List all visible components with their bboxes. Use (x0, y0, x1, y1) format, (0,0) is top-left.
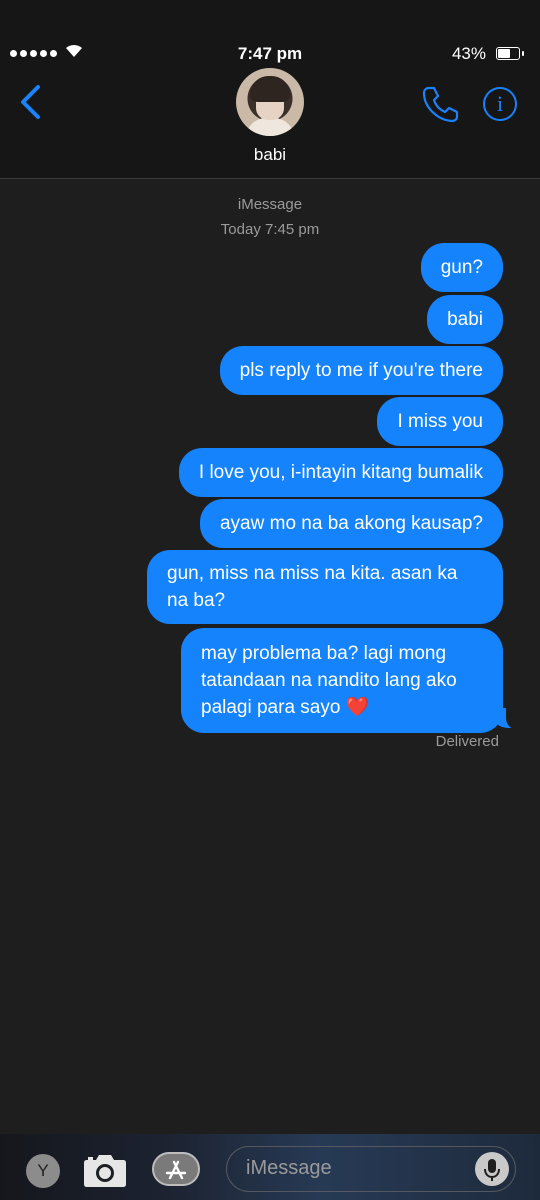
message-bubble[interactable]: gun, miss na miss na kita. asan ka na ba… (147, 550, 503, 624)
app-store-icon[interactable] (152, 1152, 200, 1186)
message-input-placeholder: iMessage (246, 1157, 332, 1179)
delivery-status: Delivered (435, 733, 499, 750)
message-bubble[interactable]: ayaw mo na ba akong kausap? (199, 499, 503, 548)
message-bubble[interactable]: may problema ba? lagi mong tatandaan na … (181, 628, 503, 733)
status-bar: 7:47 pm 43% (0, 0, 540, 63)
message-bubble[interactable]: I miss you (377, 397, 503, 446)
camera-icon[interactable] (83, 1152, 127, 1188)
info-icon[interactable]: i (483, 87, 517, 121)
service-label: iMessage (237, 196, 303, 213)
back-chevron-icon[interactable] (18, 84, 44, 120)
battery-icon (496, 47, 524, 60)
bubble-tail-mask (506, 700, 522, 730)
microphone-icon[interactable] (475, 1152, 509, 1186)
message-bubble[interactable]: gun? (420, 243, 503, 292)
phone-icon[interactable] (421, 85, 459, 123)
message-bubble[interactable]: pls reply to me if you're there (219, 346, 503, 395)
thread-timestamp: Today 7:45 pm (220, 221, 320, 238)
app-drawer-button[interactable]: Y (26, 1154, 60, 1188)
battery-percentage: 43% (451, 44, 486, 63)
contact-name[interactable]: babi (0, 145, 540, 165)
contact-avatar[interactable] (236, 68, 304, 136)
message-bubble[interactable]: babi (427, 295, 503, 344)
message-bubble[interactable]: I love you, i-intayin kitang bumalik (178, 448, 503, 497)
